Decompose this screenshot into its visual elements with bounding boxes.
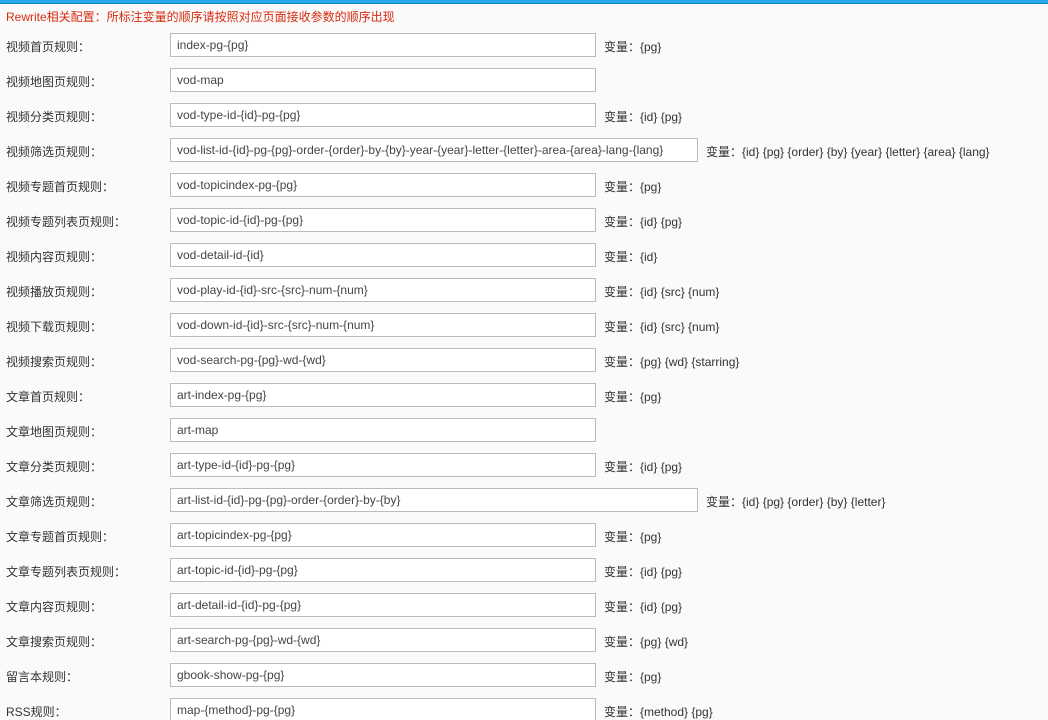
rule-input[interactable] [170,243,596,267]
form-row: 视频内容页规则： 变量：{id} [0,237,1048,272]
rule-input[interactable] [170,698,596,720]
rule-input[interactable] [170,103,596,127]
field-label: 视频分类页规则： [6,104,170,125]
form-row: 文章内容页规则： 变量：{id} {pg} [0,587,1048,622]
form-area: 视频首页规则： 变量：{pg} 视频地图页规则： 视频分类页规则： 变量：{id} {p… [0,27,1048,720]
variable-hint: 变量：{pg} [604,384,661,405]
rule-input[interactable] [170,488,698,512]
variable-hint: 变量：{id} {src} {num} [604,314,719,335]
variable-hint: 变量：{pg} [604,524,661,545]
field-label: 文章专题首页规则： [6,524,170,545]
form-row: 视频分类页规则： 变量：{id} {pg} [0,97,1048,132]
field-label: 视频筛选页规则： [6,139,170,160]
variable-hint: 变量：{id} {src} {num} [604,279,719,300]
rule-input[interactable] [170,68,596,92]
variable-hint: 变量：{pg} [604,34,661,55]
rule-input[interactable] [170,278,596,302]
field-label: 视频下载页规则： [6,314,170,335]
field-label: RSS规则： [6,699,170,720]
variable-hint: 变量：{id} {pg} [604,594,682,615]
field-label: 视频首页规则： [6,34,170,55]
form-row: 文章首页规则： 变量：{pg} [0,377,1048,412]
rule-input[interactable] [170,138,698,162]
rule-input[interactable] [170,208,596,232]
rule-input[interactable] [170,418,596,442]
rule-input[interactable] [170,558,596,582]
form-row: 视频搜索页规则： 变量：{pg} {wd} {starring} [0,342,1048,377]
variable-hint: 变量：{id} {pg} [604,454,682,475]
form-row: 文章筛选页规则： 变量：{id} {pg} {order} {by} {lette… [0,482,1048,517]
variable-hint: 变量：{pg} [604,174,661,195]
rule-input[interactable] [170,33,596,57]
field-label: 文章内容页规则： [6,594,170,615]
form-row: 文章地图页规则： [0,412,1048,447]
rule-input[interactable] [170,628,596,652]
field-label: 文章筛选页规则： [6,489,170,510]
variable-hint: 变量：{pg} {wd} [604,629,688,650]
field-label: 视频播放页规则： [6,279,170,300]
field-label: 视频搜索页规则： [6,349,170,370]
field-label: 文章搜索页规则： [6,629,170,650]
form-row: 视频专题首页规则： 变量：{pg} [0,167,1048,202]
field-label: 视频内容页规则： [6,244,170,265]
field-label: 留言本规则： [6,664,170,685]
form-row: 文章专题首页规则： 变量：{pg} [0,517,1048,552]
rule-input[interactable] [170,663,596,687]
form-row: RSS规则： 变量：{method} {pg} [0,692,1048,720]
form-row: 视频播放页规则： 变量：{id} {src} {num} [0,272,1048,307]
field-label: 视频专题首页规则： [6,174,170,195]
variable-hint: 变量：{id} {pg} [604,104,682,125]
form-row: 文章分类页规则： 变量：{id} {pg} [0,447,1048,482]
variable-hint: 变量：{id} {pg} [604,209,682,230]
field-label: 文章专题列表页规则： [6,559,170,580]
field-label: 文章地图页规则： [6,419,170,440]
variable-hint: 变量：{id} {pg} {order} {by} {letter} [706,489,885,510]
field-label: 视频专题列表页规则： [6,209,170,230]
variable-hint: 变量：{method} {pg} [604,699,713,720]
variable-hint: 变量：{id} [604,244,657,265]
variable-hint: 变量：{id} {pg} [604,559,682,580]
form-row: 留言本规则： 变量：{pg} [0,657,1048,692]
section-title: Rewrite相关配置：所标注变量的顺序请按照对应页面接收参数的顺序出现 [0,4,1048,27]
rule-input[interactable] [170,453,596,477]
rule-input[interactable] [170,173,596,197]
form-row: 视频首页规则： 变量：{pg} [0,27,1048,62]
rule-input[interactable] [170,348,596,372]
rule-input[interactable] [170,313,596,337]
form-row: 视频地图页规则： [0,62,1048,97]
field-label: 视频地图页规则： [6,69,170,90]
form-row: 文章专题列表页规则： 变量：{id} {pg} [0,552,1048,587]
field-label: 文章首页规则： [6,384,170,405]
form-row: 视频下载页规则： 变量：{id} {src} {num} [0,307,1048,342]
form-row: 文章搜索页规则： 变量：{pg} {wd} [0,622,1048,657]
form-row: 视频专题列表页规则： 变量：{id} {pg} [0,202,1048,237]
rule-input[interactable] [170,523,596,547]
rule-input[interactable] [170,593,596,617]
variable-hint: 变量：{pg} {wd} {starring} [604,349,739,370]
form-row: 视频筛选页规则： 变量：{id} {pg} {order} {by} {year}… [0,132,1048,167]
variable-hint: 变量：{pg} [604,664,661,685]
rule-input[interactable] [170,383,596,407]
field-label: 文章分类页规则： [6,454,170,475]
variable-hint: 变量：{id} {pg} {order} {by} {year} {letter… [706,139,990,160]
